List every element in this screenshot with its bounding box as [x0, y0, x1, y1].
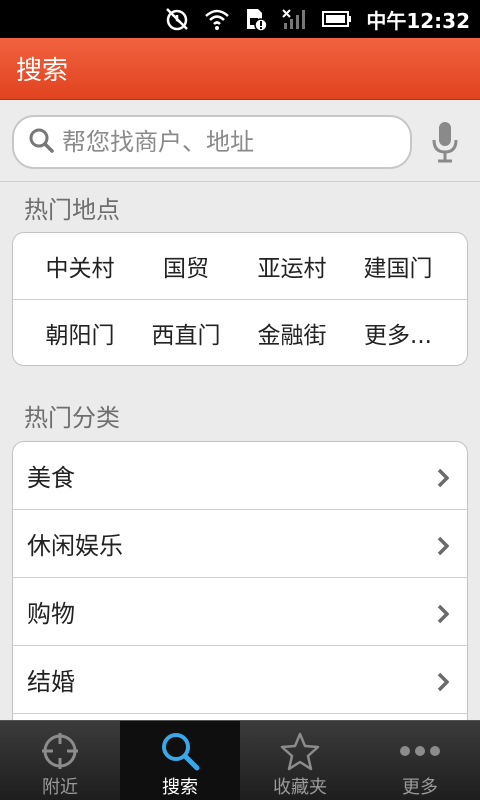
sim-alert-icon	[244, 7, 269, 31]
category-label: 美食	[27, 464, 75, 492]
status-time: 中午12:32	[366, 8, 470, 33]
status-bar: 中午12:32	[0, 0, 480, 38]
category-item[interactable]: 休闲娱乐	[13, 510, 467, 578]
place-item[interactable]: 金融街	[235, 300, 349, 366]
battery-icon	[322, 10, 352, 28]
category-item[interactable]: 结婚	[13, 646, 467, 714]
search-row	[0, 100, 480, 182]
signal-icon	[282, 8, 308, 30]
search-box[interactable]	[12, 115, 412, 169]
nav-favorites[interactable]: 收藏夹	[240, 721, 360, 800]
category-label: 购物	[27, 600, 75, 628]
nav-label: 搜索	[162, 777, 198, 798]
hot-categories-title: 热门分类	[24, 404, 120, 432]
alarm-icon	[164, 6, 190, 32]
wifi-icon	[204, 8, 230, 30]
category-label: 结婚	[27, 668, 75, 696]
place-item[interactable]: 亚运村	[235, 233, 349, 299]
place-item[interactable]: 西直门	[129, 300, 243, 366]
category-item[interactable]: 美食	[13, 442, 467, 510]
bottom-nav: 附近 搜索 收藏夹 更多	[0, 720, 480, 800]
crosshair-icon	[40, 729, 80, 773]
star-icon	[280, 729, 320, 773]
place-item[interactable]: 建国门	[341, 233, 455, 299]
place-item[interactable]: 朝阳门	[23, 300, 137, 366]
nav-nearby[interactable]: 附近	[0, 721, 120, 800]
app-header: 搜索	[0, 38, 480, 100]
chevron-right-icon	[437, 602, 450, 630]
nav-search[interactable]: 搜索	[120, 721, 240, 800]
hot-places-title: 热门地点	[24, 196, 120, 224]
place-item[interactable]: 国贸	[129, 233, 243, 299]
search-icon	[159, 729, 201, 773]
more-places-link[interactable]: 更多...	[341, 300, 455, 366]
nav-more[interactable]: 更多	[360, 721, 480, 800]
search-input[interactable]	[62, 128, 402, 156]
category-list: 美食 休闲娱乐 购物 结婚	[12, 441, 468, 741]
chevron-right-icon	[437, 670, 450, 698]
more-dots-icon	[398, 729, 442, 773]
chevron-right-icon	[437, 534, 450, 562]
hot-places-card: 中关村 国贸 亚运村 建国门 朝阳门 西直门 金融街 更多...	[12, 232, 468, 366]
nav-label: 更多	[402, 777, 438, 798]
nav-label: 收藏夹	[273, 777, 327, 798]
microphone-icon[interactable]	[428, 120, 462, 164]
category-label: 休闲娱乐	[27, 532, 123, 560]
search-icon	[28, 127, 54, 157]
chevron-right-icon	[437, 466, 450, 494]
place-item[interactable]: 中关村	[23, 233, 137, 299]
page-title: 搜索	[16, 56, 69, 86]
category-item[interactable]: 购物	[13, 578, 467, 646]
nav-label: 附近	[42, 777, 78, 798]
